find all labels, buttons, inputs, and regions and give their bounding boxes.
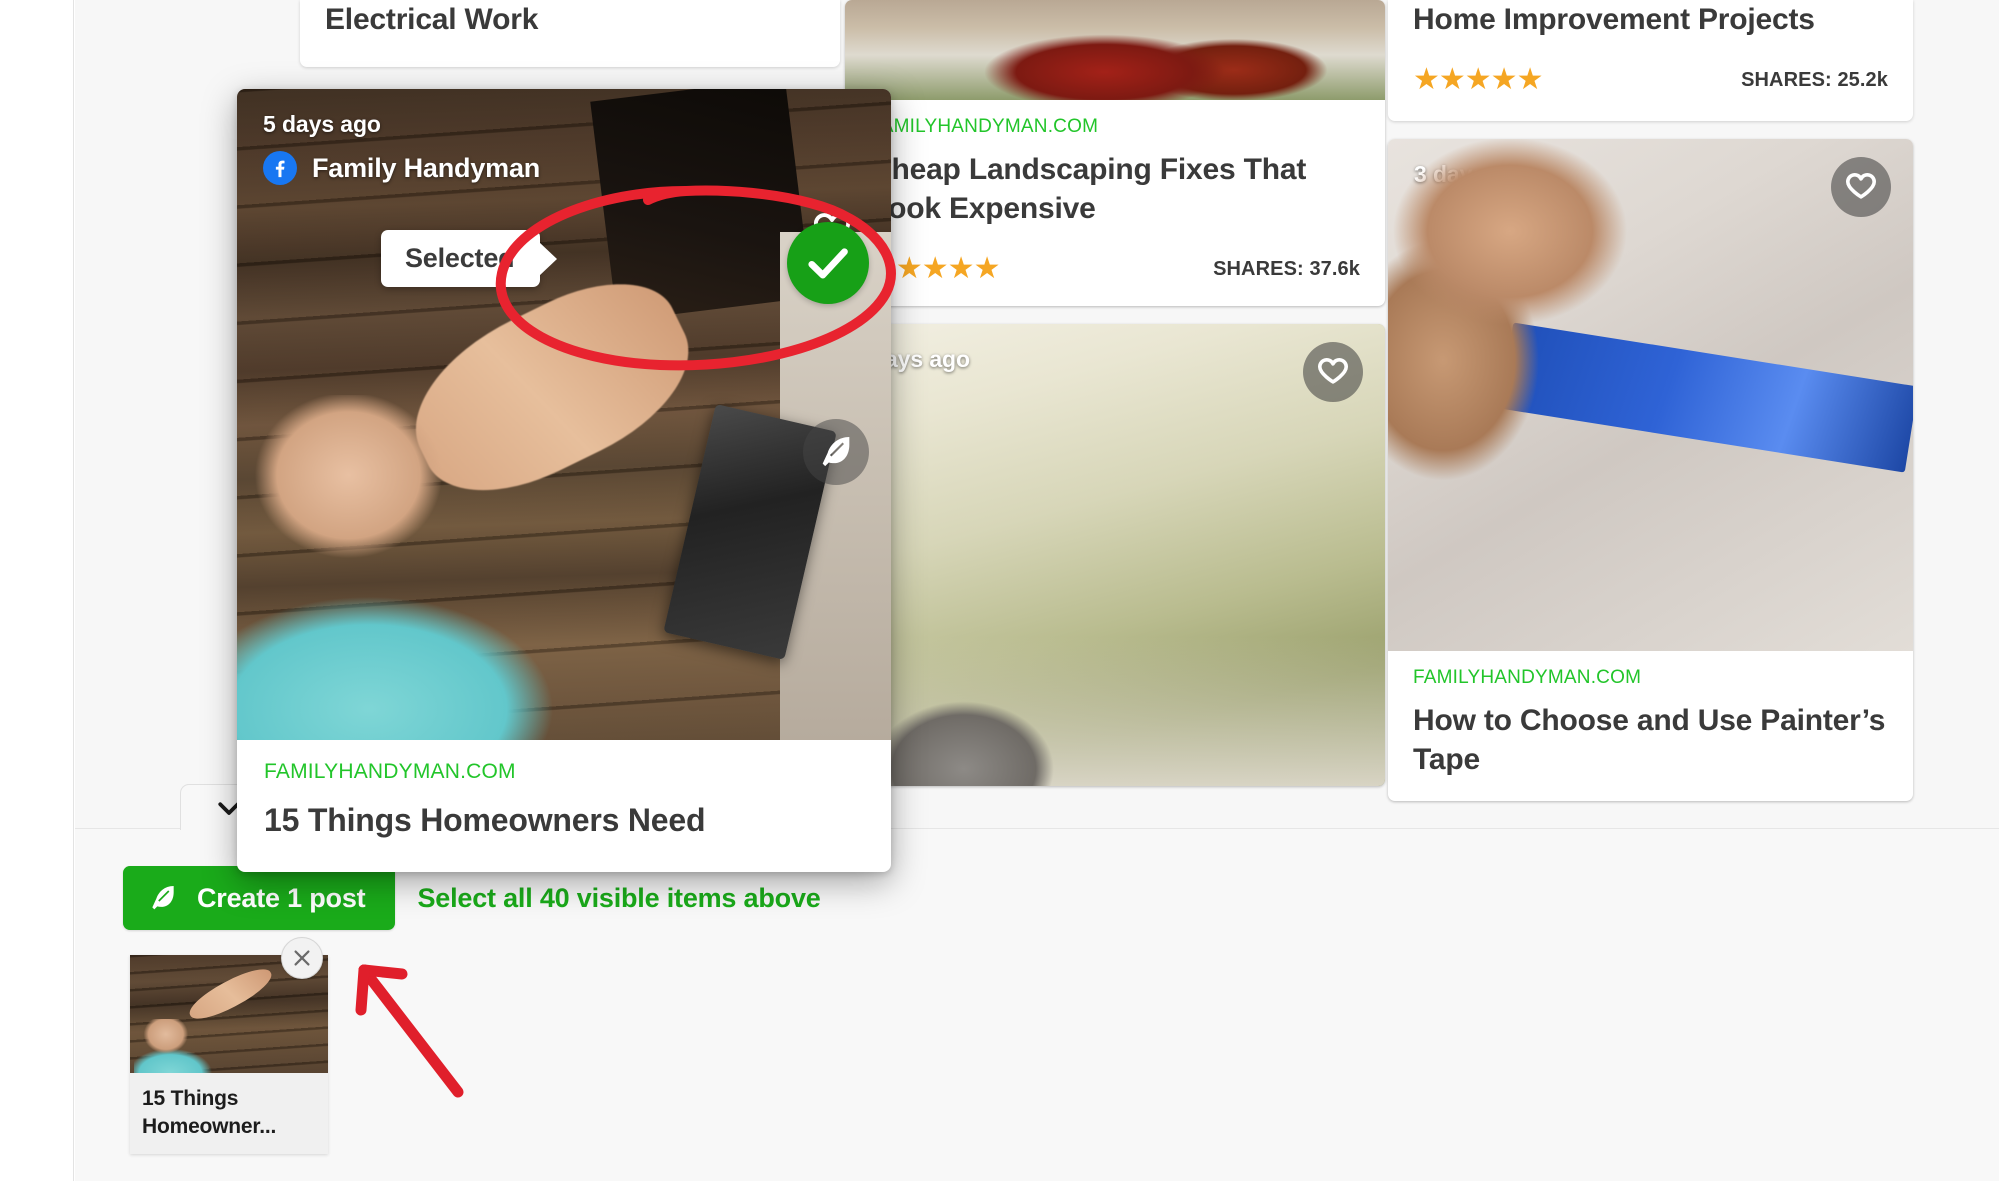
time-badge: 3 days ago	[1414, 161, 1532, 187]
card-title: Cheap Landscaping Fixes That Look Expens…	[870, 153, 1307, 225]
thumbnail-card[interactable]: 15 Things Homeowner...	[130, 955, 328, 1155]
selected-check-button[interactable]	[787, 222, 869, 304]
heart-icon[interactable]	[1831, 157, 1891, 217]
time-badge: 5 days ago	[263, 111, 381, 137]
card-body: FAMILYHANDYMAN.COM 15 Things Homeowners …	[237, 740, 891, 872]
selected-item-thumbnail[interactable]: 15 Things Homeowner...	[130, 937, 328, 1155]
star-rating: ★★★★★	[1413, 63, 1543, 96]
card-image: 5 days ago Family Handyman	[237, 89, 891, 740]
card-meta: ★★★★★ SHARES: 37.6k	[870, 254, 1360, 284]
thumbnail-title: 15 Things Homeowner...	[142, 1087, 277, 1138]
feed-card-electrical-work[interactable]: Electrical Work	[300, 0, 840, 67]
card-image: 3 days ago	[1388, 139, 1913, 651]
selected-content-card[interactable]: 5 days ago Family Handyman FAMILYHANDYMA…	[237, 89, 891, 872]
card-meta: ★★★★★ SHARES: 25.2k	[1413, 65, 1888, 95]
select-all-link[interactable]: Select all 40 visible items above	[417, 883, 820, 914]
heart-icon[interactable]	[1303, 342, 1363, 402]
toolbar-actions: Create 1 post Select all 40 visible item…	[123, 866, 821, 930]
image-detail-person	[133, 1018, 226, 1073]
card-body: FAMILYHANDYMAN.COM Cheap Landscaping Fix…	[845, 100, 1385, 306]
thumbnail-close-button[interactable]	[281, 937, 323, 979]
check-icon	[808, 248, 848, 279]
feed-column-2: FAMILYHANDYMAN.COM Cheap Landscaping Fix…	[845, 0, 1385, 804]
card-title: Electrical Work	[325, 3, 539, 36]
feed-column-1: Electrical Work	[300, 0, 840, 85]
image-detail-person	[237, 395, 633, 740]
feed-card-cheap-landscaping[interactable]: FAMILYHANDYMAN.COM Cheap Landscaping Fix…	[845, 0, 1385, 306]
card-source: FAMILYHANDYMAN.COM	[264, 760, 516, 783]
feed-column-3: Home Improvement Projects ★★★★★ SHARES: …	[1388, 0, 1913, 819]
shares-count: SHARES: 37.6k	[1213, 257, 1360, 280]
feed-card-painters-tape[interactable]: 3 days ago FAMILYHANDYMAN.COM How to Cho…	[1388, 139, 1913, 801]
card-title: 15 Things Homeowners Need	[264, 802, 706, 838]
app-screen: Electrical Work FAMILYHANDYMAN.COM Cheap…	[0, 0, 1999, 1181]
close-icon	[294, 950, 310, 966]
selected-tooltip: Selected	[381, 230, 541, 287]
card-source: FAMILYHANDYMAN.COM	[870, 116, 1099, 137]
page-gutter-left	[0, 0, 74, 1181]
card-title: How to Choose and Use Painter’s Tape	[1413, 704, 1886, 776]
facebook-icon	[263, 151, 297, 185]
card-body: FAMILYHANDYMAN.COM How to Choose and Use…	[1388, 651, 1913, 801]
card-image: days ago	[845, 324, 1385, 786]
create-post-button[interactable]: Create 1 post	[123, 866, 396, 930]
feed-card-home-improvement[interactable]: Home Improvement Projects ★★★★★ SHARES: …	[1388, 0, 1913, 121]
feed-card-painting[interactable]: days ago	[845, 324, 1385, 786]
card-title: Home Improvement Projects	[1413, 3, 1815, 36]
platform-name: Family Handyman	[312, 152, 541, 183]
create-post-label: Create 1 post	[197, 882, 366, 913]
shares-count: SHARES: 25.2k	[1741, 68, 1888, 91]
card-source: FAMILYHANDYMAN.COM	[1413, 667, 1642, 688]
card-image	[845, 0, 1385, 100]
selection-toolbar: Create 1 post Select all 40 visible item…	[75, 784, 1999, 1181]
feather-icon	[152, 886, 174, 910]
feather-icon[interactable]	[803, 419, 869, 485]
image-detail-arm	[184, 961, 278, 1027]
platform-attribution: Family Handyman	[263, 151, 540, 185]
